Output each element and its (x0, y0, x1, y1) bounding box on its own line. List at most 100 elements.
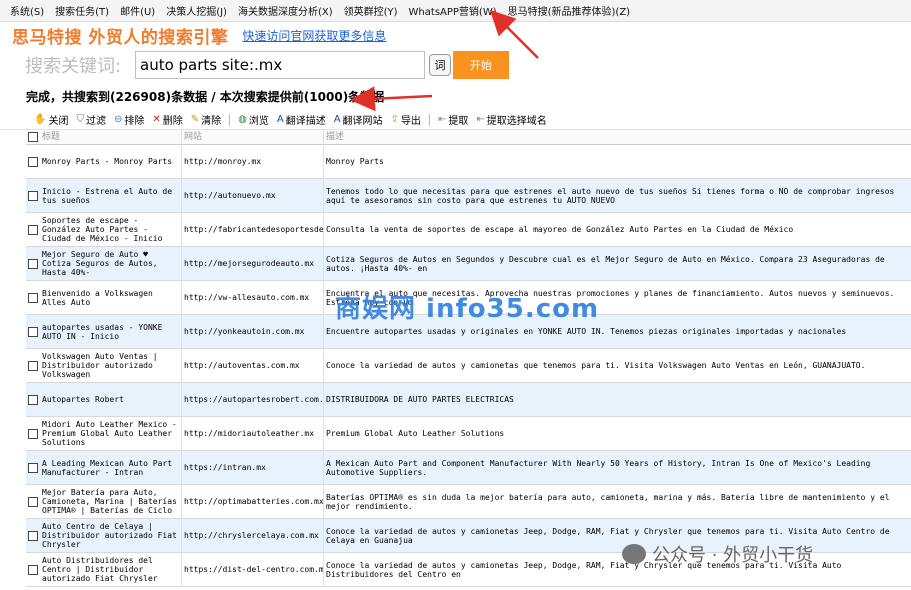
cell-url[interactable]: http://vw-allesauto.com.mx (182, 280, 324, 315)
cell-url[interactable]: http://yonkeautoin.com.mx (182, 314, 324, 349)
start-search-button[interactable]: 开始 (453, 51, 509, 79)
toolbar-button-translate-site[interactable]: A 翻译网站 (334, 112, 383, 127)
toolbar-button-export[interactable]: ⇪ 导出 (391, 112, 421, 127)
column-header-desc[interactable]: 描述 (324, 130, 911, 145)
column-header-url[interactable]: 网站 (182, 129, 324, 145)
toolbar-button-label: 浏览 (248, 116, 269, 127)
cell-title: Volkswagen Auto Ventas | Distribuidor au… (40, 348, 182, 383)
wechat-icon (622, 544, 646, 564)
cell-title: Mejor Seguro de Auto ♥ Cotiza Seguros de… (40, 246, 182, 281)
toolbar-button-label: 导出 (400, 116, 421, 127)
results-toolbar: ✋ 关闭 ⛉ 过滤 ⊖ 排除 ✕ 删除 ✎ 清除 ◍ 浏览 A 翻译描述 A 翻译网站 ⇪ 导出 ⇤ 提取 ⇤ 提取选择域… (0, 110, 911, 130)
menu-bar: 系统(S) 搜索任务(T) 邮件(U) 决策人挖掘(J) 海关数据深度分析(X) 领英群控… (0, 0, 911, 22)
cell-title: Midori Auto Leather Mexico - Premium Glo… (40, 416, 182, 451)
cell-url[interactable]: http://monroy.mx (182, 144, 324, 179)
menu-item[interactable]: 海关数据深度分析(X) (238, 3, 333, 18)
cell-title-text: A Leading Mexican Auto Part Manufacturer… (42, 458, 173, 477)
table-row[interactable]: Monroy Parts - Monroy Parts http://monroy… (26, 144, 911, 179)
cell-desc-text: Baterías OPTIMA® es sin duda la mejor ba… (326, 492, 890, 511)
toolbar-button-close[interactable]: ✋ 关闭 (34, 112, 68, 127)
toolbar-button-label: 翻译网站 (342, 116, 383, 127)
cell-url[interactable]: http://optimabatteries.com.mx (182, 484, 324, 519)
toolbar-button-extract[interactable]: ⇤ 提取 (438, 112, 468, 127)
row-checkbox[interactable] (26, 224, 40, 235)
cell-url[interactable]: https://intran.mx (182, 450, 324, 485)
toolbar-button-exclude[interactable]: ⊖ 排除 (114, 112, 144, 127)
cell-title: Bienvenido a Volkswagen Alles Auto (40, 280, 182, 315)
row-checkbox[interactable] (26, 156, 40, 167)
toolbar-button-label: 提取 (448, 116, 469, 127)
menu-item[interactable]: 决策人挖掘(J) (166, 3, 227, 18)
cell-title: Soportes de escape - González Auto Parte… (40, 212, 182, 247)
menu-item[interactable]: 思马特搜(新品推荐体验)(Z) (508, 3, 630, 18)
cell-desc-text: DISTRIBUIDORA DE AUTO PARTES ELECTRICAS (326, 395, 514, 404)
search-label: 搜索关键词: (25, 56, 122, 77)
cell-desc: Baterías OPTIMA® es sin duda la mejor ba… (324, 493, 911, 511)
cell-desc: Conoce la variedad de autos y camionetas… (324, 527, 911, 545)
cell-url[interactable]: https://dist-del-centro.com.mx (182, 552, 324, 587)
cell-desc-text: Encuentra el auto que necesitas. Aprovec… (326, 288, 895, 307)
table-row[interactable]: Mejor Batería para Auto, Camioneta, Mari… (26, 484, 911, 519)
cell-url[interactable]: https://autopartesrobert.com.mx (182, 382, 324, 417)
official-site-link[interactable]: 快速访问官网获取更多信息 (242, 27, 386, 44)
row-checkbox[interactable] (26, 530, 40, 541)
cell-title-text: Volkswagen Auto Ventas | Distribuidor au… (42, 352, 158, 379)
cell-desc-text: Cotiza Seguros de Autos en Segundos y De… (326, 254, 885, 273)
cell-url[interactable]: http://midoriautoleather.mx (182, 416, 324, 451)
menu-item[interactable]: 邮件(U) (120, 3, 155, 18)
table-row[interactable]: Mejor Seguro de Auto ♥ Cotiza Seguros de… (26, 246, 911, 281)
toolbar-button-browse[interactable]: ◍ 浏览 (238, 112, 269, 127)
menu-item[interactable]: 系统(S) (10, 3, 44, 18)
toolbar-button-extract-domain[interactable]: ⇤ 提取选择域名 (476, 112, 546, 127)
grid-header: 标题 网站 描述 (26, 129, 911, 145)
search-input[interactable] (135, 51, 425, 79)
table-row[interactable]: Soportes de escape - González Auto Parte… (26, 212, 911, 247)
toolbar-button-filter[interactable]: ⛉ 过滤 (76, 112, 106, 127)
table-row[interactable]: A Leading Mexican Auto Part Manufacturer… (26, 450, 911, 485)
menu-item[interactable]: 搜索任务(T) (55, 3, 109, 18)
cell-desc: Encuentre autopartes usadas y originales… (324, 327, 911, 336)
table-row[interactable]: autopartes usadas - YONKE AUTO IN - Inic… (26, 314, 911, 349)
cell-desc-text: Consulta la venta de soportes de escape … (326, 225, 794, 234)
results-grid: 标题 网站 描述 Monroy Parts - Monroy Parts http… (26, 129, 911, 587)
row-checkbox[interactable] (26, 326, 40, 337)
table-row[interactable]: Inicio - Estrena el Auto de tus sueños ht… (26, 178, 911, 213)
cell-title: Inicio - Estrena el Auto de tus sueños (40, 178, 182, 213)
menu-item[interactable]: 领英群控(Y) (344, 3, 398, 18)
row-checkbox[interactable] (26, 394, 40, 405)
toolbar-button-delete[interactable]: ✕ 删除 (152, 112, 182, 127)
cell-url[interactable]: http://chryslercelaya.com.mx (182, 518, 324, 553)
close-icon: ✋ (34, 114, 47, 125)
cell-url[interactable]: http://mejorsegurodeauto.mx (182, 246, 324, 281)
cell-url-text: http://optimabatteries.com.mx (184, 497, 324, 506)
row-checkbox[interactable] (26, 258, 40, 269)
cell-title-text: Autopartes Robert (42, 395, 124, 404)
cell-url[interactable]: http://autonuevo.mx (182, 178, 324, 213)
row-checkbox[interactable] (26, 292, 40, 303)
row-checkbox[interactable] (26, 496, 40, 507)
column-header-title[interactable]: 标题 (40, 129, 182, 145)
select-all-checkbox[interactable] (26, 132, 40, 142)
cell-url[interactable]: http://fabricantedesoportesdeescape.com.… (182, 212, 324, 247)
cell-title: Autopartes Robert (40, 382, 182, 417)
row-checkbox[interactable] (26, 190, 40, 201)
table-row[interactable]: Bienvenido a Volkswagen Alles Auto http:/… (26, 280, 911, 315)
toolbar-button-clear[interactable]: ✎ 清除 (191, 112, 221, 127)
row-checkbox[interactable] (26, 360, 40, 371)
row-checkbox[interactable] (26, 462, 40, 473)
menu-item[interactable]: WhatsAPP营销(W) (409, 3, 497, 18)
cell-title-text: Mejor Seguro de Auto ♥ Cotiza Seguros de… (42, 250, 158, 277)
cell-url[interactable]: http://autoventas.com.mx (182, 348, 324, 383)
cell-url-text: http://autoventas.com.mx (184, 361, 300, 370)
toolbar-button-translate-desc[interactable]: A 翻译描述 (277, 112, 326, 127)
row-checkbox[interactable] (26, 564, 40, 575)
table-row[interactable]: Midori Auto Leather Mexico - Premium Glo… (26, 416, 911, 451)
toolbar-button-label: 提取选择域名 (486, 116, 547, 127)
dictionary-button[interactable]: 词 (429, 54, 451, 76)
table-row[interactable]: Volkswagen Auto Ventas | Distribuidor au… (26, 348, 911, 383)
translate-site-icon: A (333, 114, 341, 125)
wechat-text: 公众号 · 外贸小干货 (652, 545, 814, 566)
table-row[interactable]: Autopartes Robert https://autopartesrober… (26, 382, 911, 417)
row-checkbox[interactable] (26, 428, 40, 439)
cell-title-text: autopartes usadas - YONKE AUTO IN - Inic… (42, 322, 163, 341)
